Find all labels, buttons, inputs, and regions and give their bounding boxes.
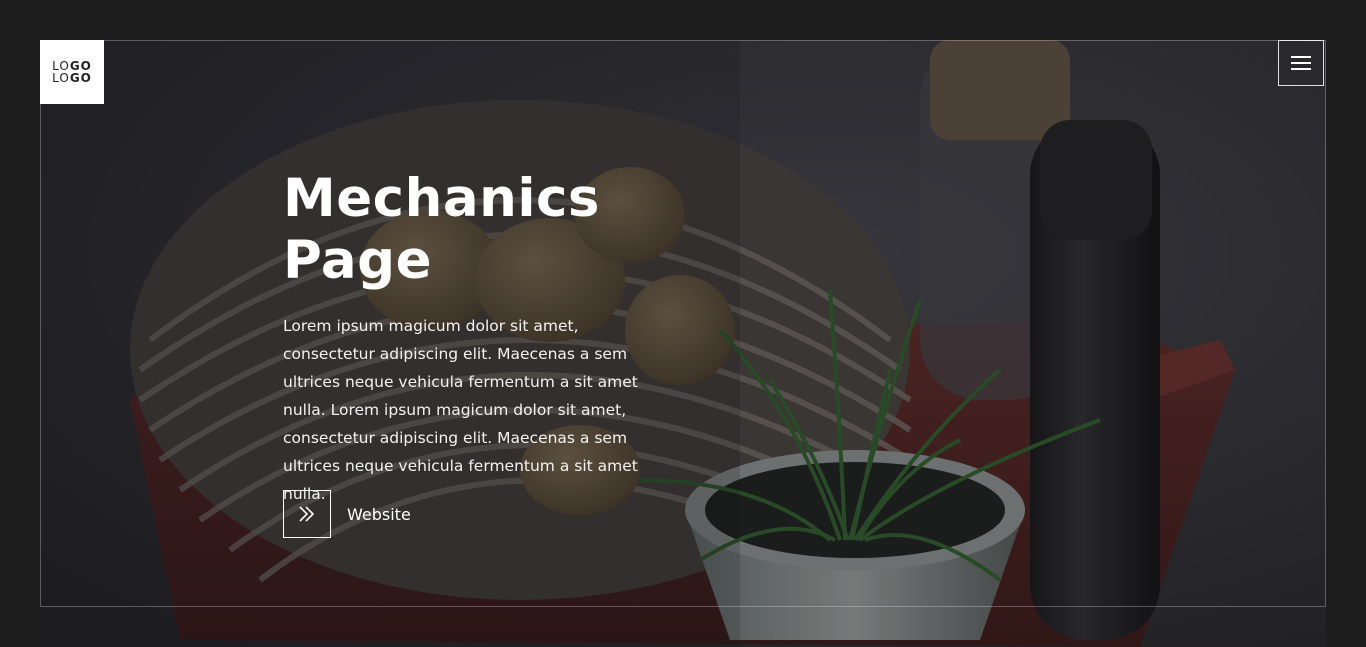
hero-content: Mechanics Page Lorem ipsum magicum dolor… — [283, 168, 683, 508]
logo[interactable]: LOGO LOGO — [40, 40, 104, 104]
logo-line-2: LOGO — [52, 72, 92, 84]
logo-text-bold: GO — [69, 71, 92, 85]
double-chevron-right-icon — [299, 506, 315, 522]
hamburger-menu-icon — [1291, 56, 1311, 70]
menu-button[interactable] — [1278, 40, 1324, 86]
page-title: Mechanics Page — [283, 168, 683, 292]
website-button[interactable] — [283, 490, 331, 538]
website-link[interactable]: Website — [283, 490, 411, 538]
website-link-label[interactable]: Website — [347, 505, 411, 524]
hero-description: Lorem ipsum magicum dolor sit amet, cons… — [283, 317, 638, 503]
page-title-line-1: Mechanics — [283, 168, 600, 229]
logo-text-light: LO — [52, 71, 70, 85]
hero-image — [40, 40, 1326, 647]
hero-background-photo — [40, 40, 1326, 647]
page-title-line-2: Page — [283, 230, 433, 291]
